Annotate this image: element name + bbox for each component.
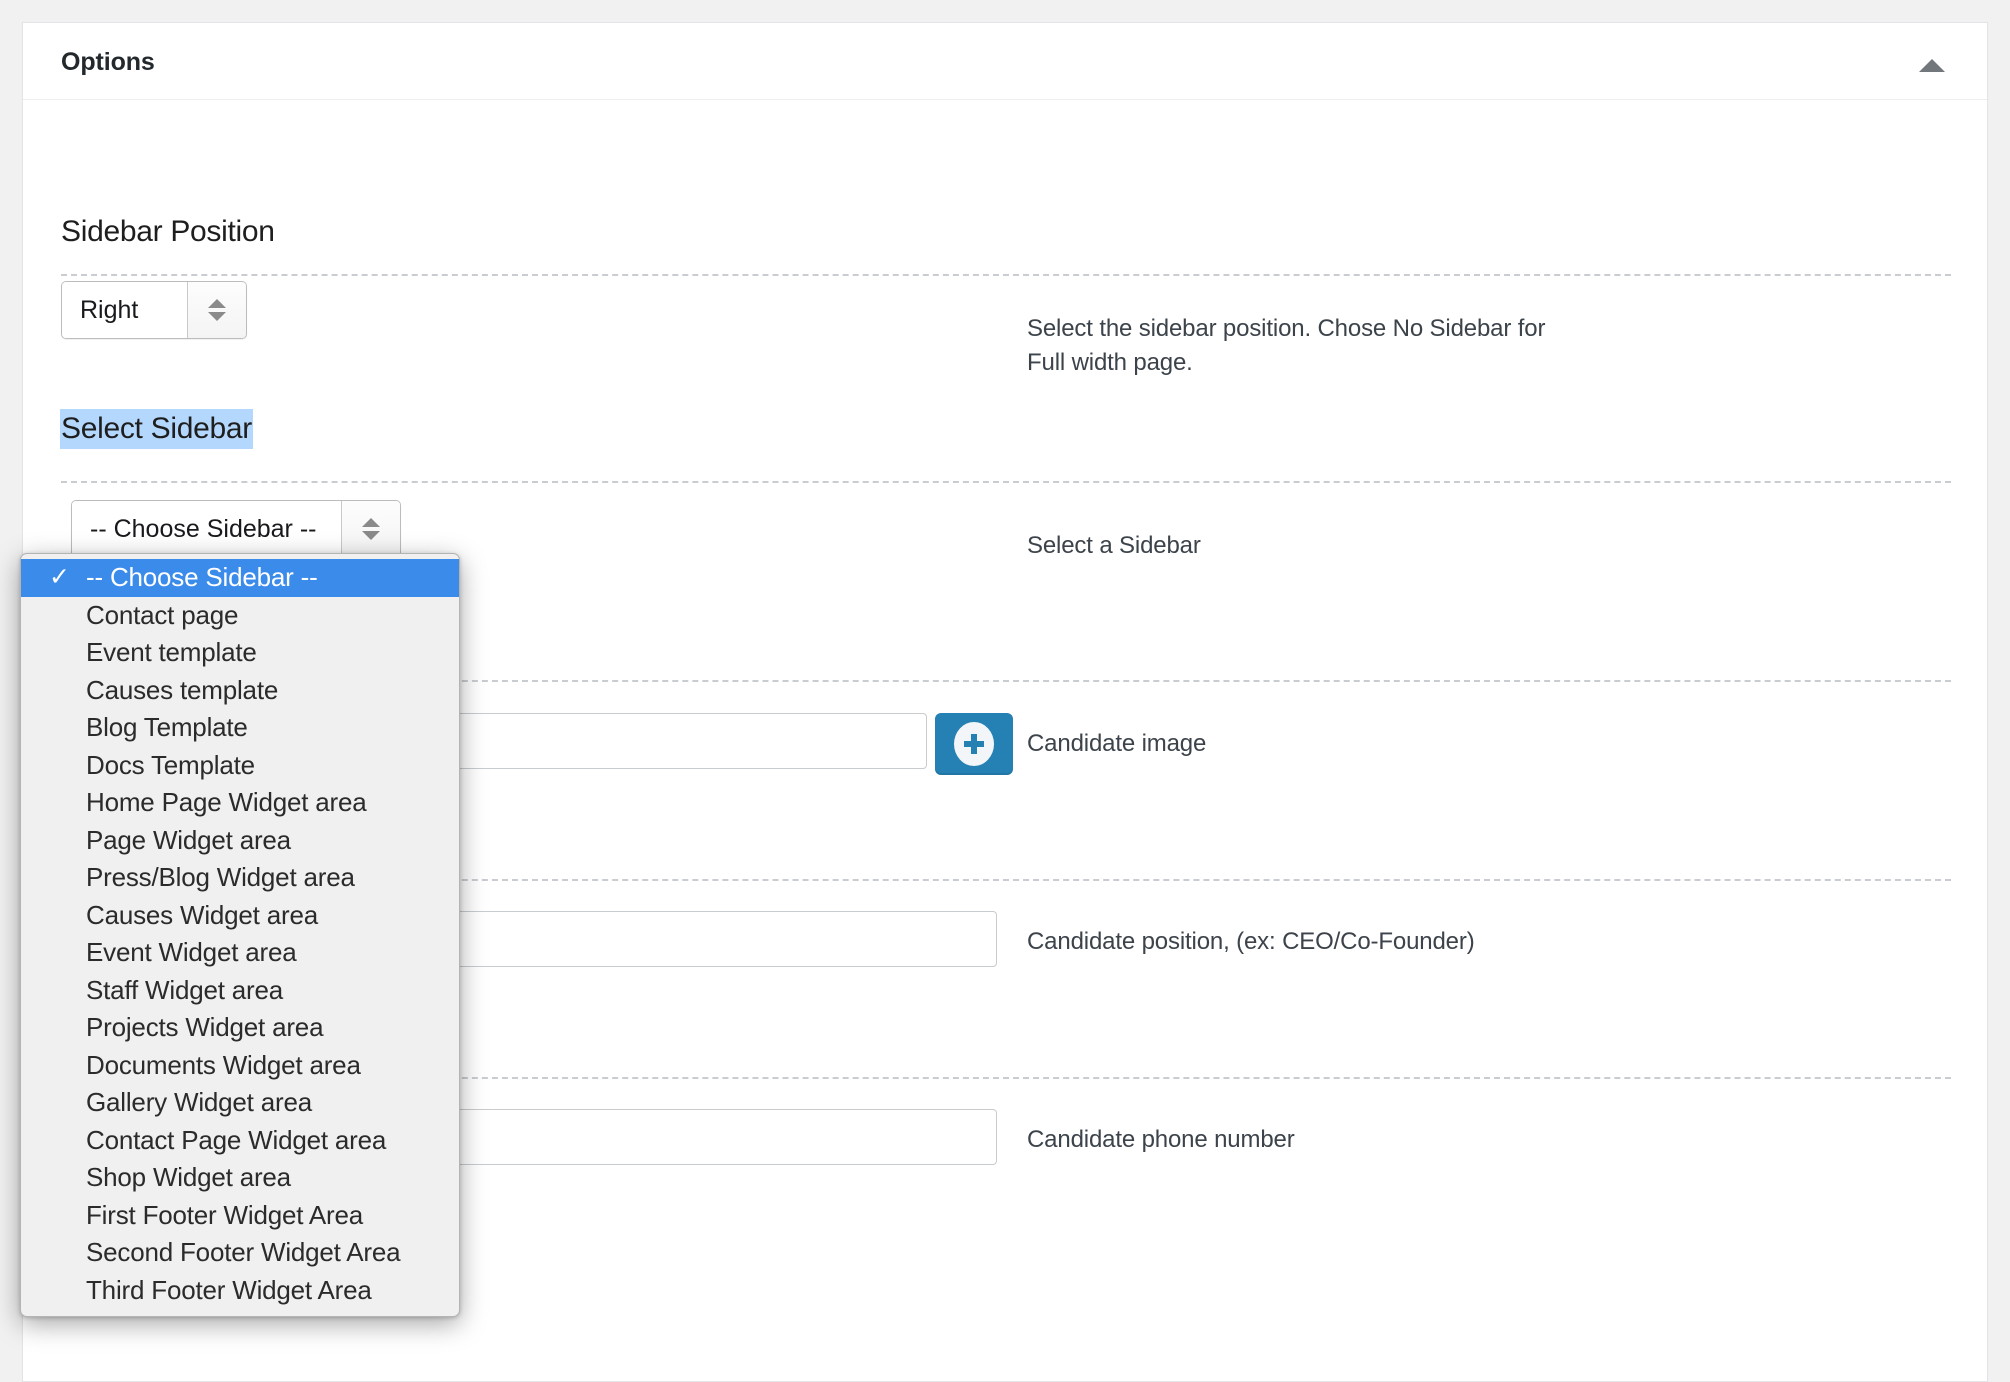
dropdown-option-label: Contact page [86, 599, 239, 630]
dropdown-option[interactable]: Third Footer Widget Area [21, 1272, 459, 1310]
dropdown-option-label: Documents Widget area [86, 1049, 361, 1080]
caret-up-icon [208, 299, 226, 308]
dropdown-option[interactable]: Documents Widget area [21, 1047, 459, 1085]
dropdown-option-label: Home Page Widget area [86, 787, 367, 817]
help-text-sidebar-position: Select the sidebar position. Chose No Si… [1027, 315, 1546, 377]
dropdown-option[interactable]: Projects Widget area [21, 1009, 459, 1047]
caret-down-icon [208, 312, 226, 321]
dropdown-option-label: Staff Widget area [86, 974, 284, 1005]
help-text-select-sidebar: Select a Sidebar [1027, 532, 1201, 559]
caret-up-icon-2 [362, 518, 380, 527]
help-text-candidate-phone: Candidate phone number [1027, 1126, 1295, 1153]
dropdown-option[interactable]: Second Footer Widget Area [21, 1234, 459, 1272]
dropdown-option[interactable]: Causes Widget area [21, 897, 459, 935]
select-sidebar-select[interactable]: -- Choose Sidebar -- [71, 500, 401, 558]
stepper-arrows-icon[interactable] [187, 282, 246, 338]
dropdown-option-label: Contact Page Widget area [86, 1124, 387, 1155]
dropdown-option-label: Causes Widget area [86, 899, 318, 930]
sidebar-position-select-value: Right [62, 282, 187, 338]
dropdown-option[interactable]: Docs Template [21, 747, 459, 785]
page-title: Options [61, 48, 155, 76]
check-icon: ✓ [49, 563, 70, 591]
dropdown-option[interactable]: ✓ -- Choose Sidebar -- [21, 559, 459, 597]
sidebar-select-dropdown[interactable]: ✓ -- Choose Sidebar -- Contact page Event t… [20, 553, 460, 1317]
dropdown-option-label: Event template [86, 637, 257, 667]
dropdown-option[interactable]: First Footer Widget Area [21, 1197, 459, 1235]
dropdown-option[interactable]: Causes template [21, 672, 459, 710]
separator-2 [61, 481, 1951, 483]
dropdown-option[interactable]: Page Widget area [21, 822, 459, 860]
dropdown-option-label: Event Widget area [86, 937, 297, 967]
dropdown-option-label: Page Widget area [86, 824, 291, 855]
dropdown-option[interactable]: Blog Template [21, 709, 459, 747]
dropdown-option-label: Blog Template [86, 712, 248, 742]
dropdown-option[interactable]: Staff Widget area [21, 972, 459, 1010]
stepper-arrows-icon-2[interactable] [341, 501, 400, 557]
sidebar-position-select[interactable]: Right [61, 281, 247, 339]
dropdown-option[interactable]: Home Page Widget area [21, 784, 459, 822]
dropdown-option-label: Shop Widget area [86, 1162, 291, 1192]
dropdown-option[interactable]: Gallery Widget area [21, 1084, 459, 1122]
section-heading-sidebar-position: Sidebar Position [61, 215, 275, 248]
help-text-candidate-image: Candidate image [1027, 730, 1207, 757]
dropdown-option-label: Gallery Widget area [86, 1087, 312, 1117]
metabox-header[interactable]: Options [23, 23, 1987, 100]
dropdown-option-label: First Footer Widget Area [86, 1199, 363, 1230]
plus-circle-icon [954, 722, 994, 766]
separator-1 [61, 274, 1951, 276]
dropdown-option-label: Projects Widget area [86, 1012, 324, 1042]
dropdown-option[interactable]: Event Widget area [21, 934, 459, 972]
dropdown-option[interactable]: Contact page [21, 597, 459, 635]
help-text-candidate-position: Candidate position, (ex: CEO/Co-Founder) [1027, 928, 1475, 955]
dropdown-option[interactable]: Shop Widget area [21, 1159, 459, 1197]
dropdown-option-label: Causes template [86, 674, 279, 705]
dropdown-option-label: Third Footer Widget Area [86, 1274, 372, 1305]
triangle-up-icon[interactable] [1919, 59, 1945, 72]
add-media-button[interactable] [935, 713, 1013, 775]
dropdown-option-label: Docs Template [86, 749, 255, 780]
caret-down-icon-2 [362, 531, 380, 540]
dropdown-option[interactable]: Press/Blog Widget area [21, 859, 459, 897]
section-heading-select-sidebar: Select Sidebar [60, 409, 253, 449]
dropdown-option-label: Press/Blog Widget area [86, 862, 355, 892]
screen-root: Options Sidebar Position Right Select th… [0, 0, 2010, 1382]
dropdown-option[interactable]: Event template [21, 634, 459, 672]
dropdown-option[interactable]: Contact Page Widget area [21, 1122, 459, 1160]
select-sidebar-select-value: -- Choose Sidebar -- [72, 501, 341, 557]
dropdown-option-label: Second Footer Widget Area [86, 1237, 401, 1267]
dropdown-option-label: -- Choose Sidebar -- [86, 562, 318, 592]
